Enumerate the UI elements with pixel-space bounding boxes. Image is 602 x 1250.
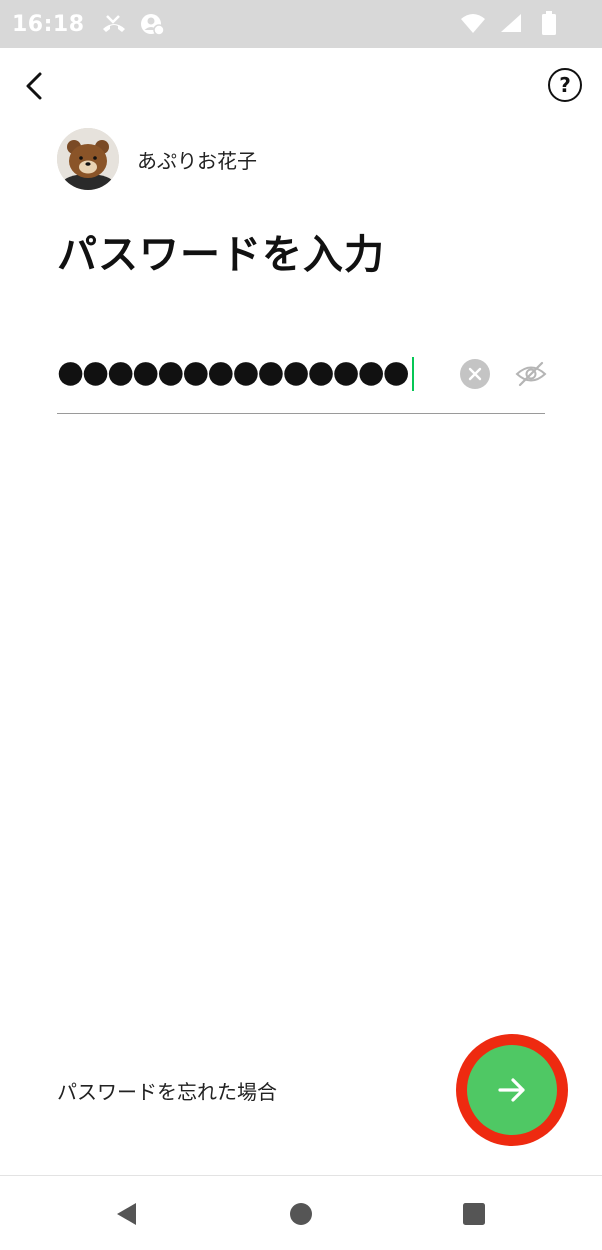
- clear-circle-icon: [468, 367, 482, 381]
- help-icon: ?: [559, 73, 571, 97]
- status-time: 16:18: [12, 11, 85, 37]
- account-sync-icon: [139, 11, 165, 37]
- nav-recents-button[interactable]: [460, 1200, 488, 1228]
- forgot-password-link[interactable]: パスワードを忘れた場合: [57, 1076, 277, 1105]
- status-left-icons: [101, 11, 165, 37]
- chevron-left-icon: [26, 72, 42, 100]
- next-button[interactable]: [467, 1045, 557, 1135]
- status-bar: 16:18: [0, 0, 602, 48]
- next-button-highlight: [456, 1034, 568, 1146]
- account-row: あぷりお花子: [57, 128, 257, 190]
- screen: 16:18 ? あぷりお花子 パスワードを入力 ●●●●●●●●●●●●●● パ…: [0, 0, 602, 1250]
- back-button[interactable]: [12, 62, 56, 110]
- nav-back-icon: [117, 1203, 136, 1225]
- nav-back-button[interactable]: [113, 1200, 141, 1228]
- navigation-bar: [0, 1176, 602, 1250]
- signal-icon: [498, 10, 524, 36]
- battery-icon: [536, 10, 562, 36]
- avatar: [57, 128, 119, 190]
- bear-avatar-icon: [57, 128, 119, 190]
- account-name: あぷりお花子: [137, 148, 257, 173]
- toggle-password-visibility-button[interactable]: [515, 358, 547, 390]
- status-right-icons: [460, 10, 562, 36]
- nav-home-icon: [290, 1203, 312, 1225]
- help-button[interactable]: ?: [548, 68, 582, 102]
- password-masked-value: ●●●●●●●●●●●●●●: [57, 354, 410, 390]
- nav-recents-icon: [463, 1203, 485, 1225]
- password-field[interactable]: ●●●●●●●●●●●●●●: [57, 340, 547, 414]
- password-input[interactable]: ●●●●●●●●●●●●●●: [57, 352, 415, 392]
- text-caret: [411, 356, 415, 391]
- arrow-right-icon: [498, 1078, 525, 1102]
- missed-call-icon: [101, 11, 127, 37]
- wifi-icon: [460, 10, 486, 36]
- page-title: パスワードを入力: [57, 232, 385, 278]
- eye-off-icon: [515, 361, 547, 387]
- nav-home-button[interactable]: [287, 1200, 315, 1228]
- clear-password-button[interactable]: [460, 359, 490, 389]
